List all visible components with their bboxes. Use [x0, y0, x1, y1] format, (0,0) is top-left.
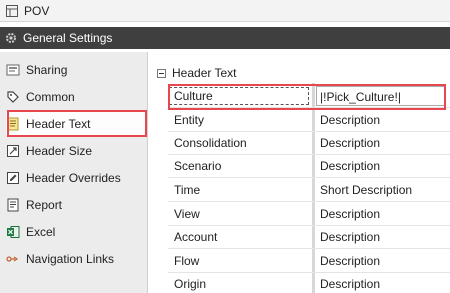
grid-row-view[interactable]: View Description [168, 203, 450, 226]
property-value[interactable]: Description [320, 136, 380, 150]
grid-row-entity[interactable]: Entity Description [168, 109, 450, 132]
property-value[interactable]: Description [320, 207, 380, 221]
gear-icon [6, 33, 16, 43]
property-value[interactable]: Description [320, 277, 380, 291]
sidebar-item-label: Header Size [26, 144, 93, 158]
grid-row-consolidation[interactable]: Consolidation Description [168, 132, 450, 155]
sidebar-item-header-overrides[interactable]: Header Overrides [6, 166, 146, 190]
property-name: Scenario [174, 159, 222, 173]
excel-icon [7, 226, 20, 238]
grid-row-origin[interactable]: Origin Description [168, 273, 450, 293]
sidebar-item-label: Excel [26, 225, 56, 239]
sharing-icon [6, 64, 20, 76]
property-name: Origin [174, 277, 207, 291]
sidebar-item-common[interactable]: Common [6, 85, 146, 109]
edit-icon [7, 172, 19, 184]
sidebar-item-label: Header Overrides [26, 171, 121, 185]
grid-row-scenario[interactable]: Scenario Description [168, 155, 450, 178]
sidebar-item-label: Sharing [26, 63, 68, 77]
property-name: Entity [174, 113, 205, 127]
property-value[interactable]: Description [320, 230, 380, 244]
link-icon [6, 256, 19, 262]
sidebar-item-label: Report [26, 198, 63, 212]
property-value[interactable]: Description [320, 113, 380, 127]
property-name: Consolidation [174, 136, 247, 150]
collapse-icon[interactable] [157, 68, 166, 78]
sidebar-item-sharing[interactable]: Sharing [6, 58, 146, 82]
settings-sidebar: Sharing Common Header Text Header Size H… [0, 52, 148, 293]
grid-row-flow[interactable]: Flow Description [168, 250, 450, 273]
sidebar-item-label: Common [26, 90, 75, 104]
sidebar-item-report[interactable]: Report [6, 193, 146, 217]
pov-icon [6, 4, 18, 17]
sidebar-item-header-size[interactable]: Header Size [6, 139, 146, 163]
grid-row-account[interactable]: Account Description [168, 226, 450, 249]
tag-icon [7, 91, 19, 103]
general-settings-header[interactable]: General Settings [0, 27, 450, 49]
property-name: Time [174, 183, 201, 197]
property-value[interactable]: Description [320, 254, 380, 268]
section-title: General Settings [23, 31, 113, 45]
sidebar-highlight-box [7, 110, 147, 137]
grid-row-time[interactable]: Time Short Description [168, 179, 450, 202]
group-header[interactable]: Header Text [152, 63, 236, 83]
sidebar-item-navigation-links[interactable]: Navigation Links [6, 247, 146, 271]
window-title: POV [24, 3, 50, 18]
report-icon [7, 198, 19, 212]
sidebar-item-excel[interactable]: Excel [6, 220, 146, 244]
property-name: Flow [174, 254, 200, 268]
property-name: View [174, 207, 200, 221]
property-name: Account [174, 230, 218, 244]
resize-icon [7, 145, 19, 157]
sidebar-item-label: Navigation Links [26, 252, 115, 266]
property-value[interactable]: Short Description [320, 183, 412, 197]
culture-row-highlight-box [168, 84, 446, 110]
property-value[interactable]: Description [320, 159, 380, 173]
window-titlebar: POV [0, 0, 450, 22]
group-label: Header Text [172, 66, 237, 80]
